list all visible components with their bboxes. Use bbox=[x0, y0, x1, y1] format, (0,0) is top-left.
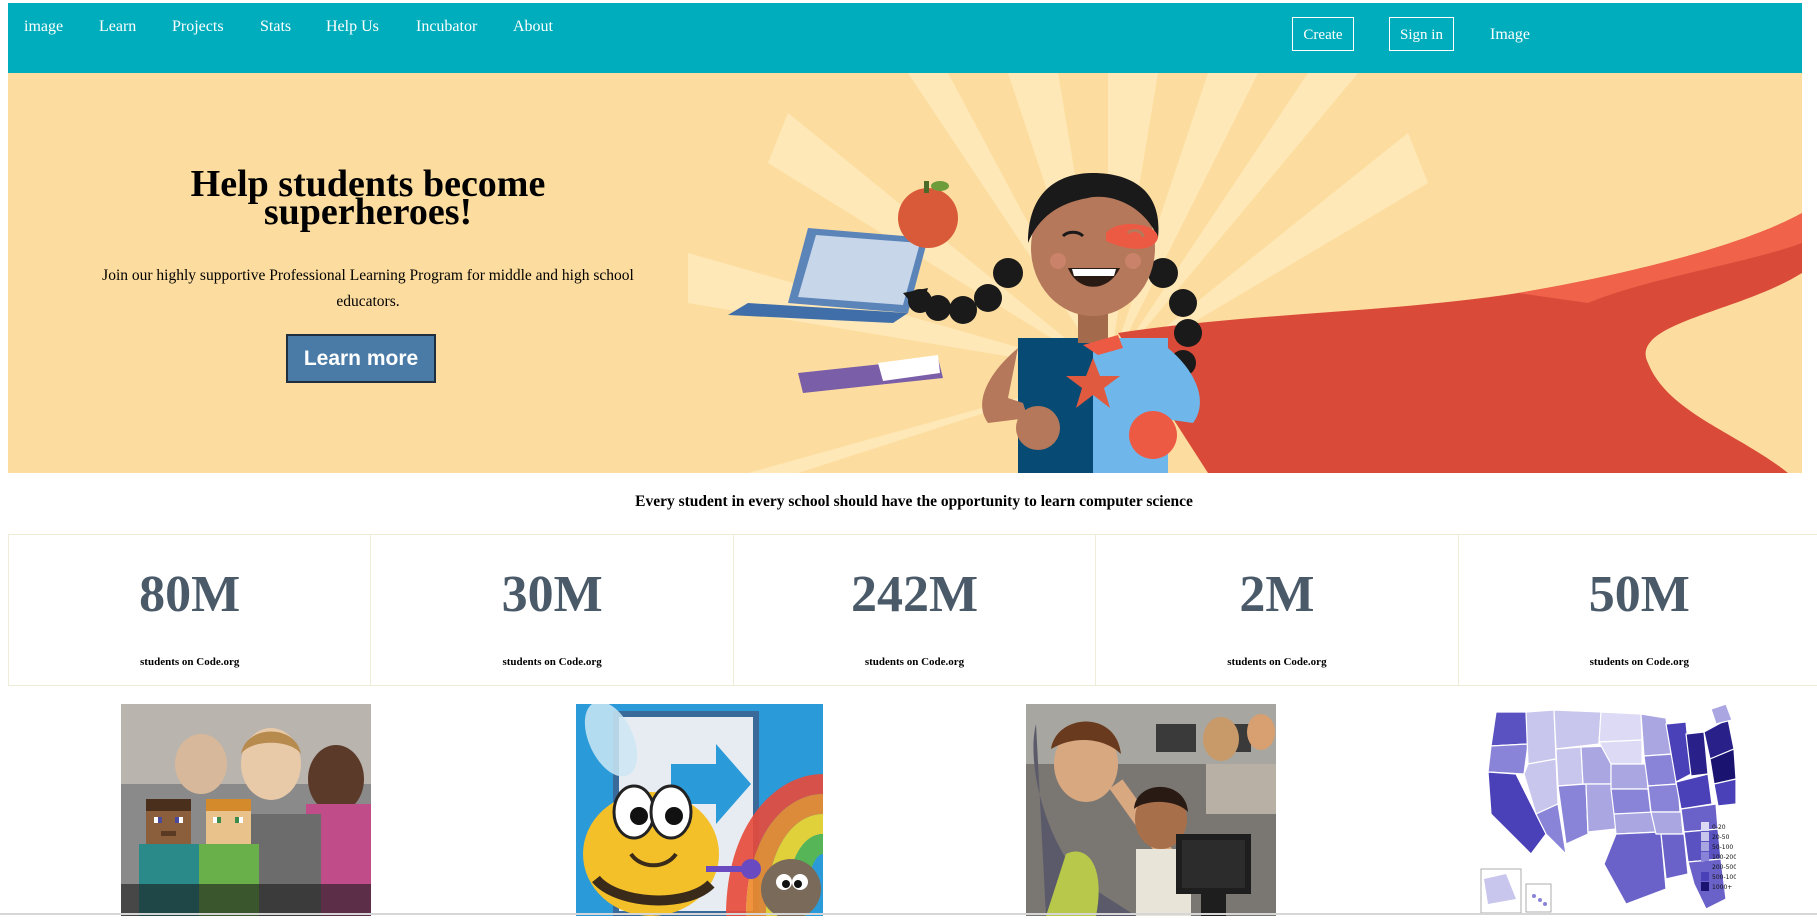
stat-value: 50M bbox=[1588, 566, 1690, 623]
learn-more-button[interactable]: Learn more bbox=[286, 334, 436, 383]
stat-card: 50M students on Code.org bbox=[1457, 534, 1817, 686]
create-button[interactable]: Create bbox=[1292, 17, 1354, 51]
stat-value: 30M bbox=[501, 566, 603, 623]
stat-label: students on Code.org bbox=[1227, 656, 1327, 668]
us-states-map-image[interactable]: 0-20 20-50 50-100 100-200 200-500 500-10… bbox=[1476, 704, 1736, 916]
stats-row: 80M students on Code.org 30M students on… bbox=[8, 534, 1817, 686]
hero-banner: Help students become superheroes! Join o… bbox=[8, 73, 1802, 473]
stat-value: 80M bbox=[139, 566, 241, 623]
nav-stats[interactable]: Stats bbox=[260, 18, 291, 36]
page: image Learn Projects Stats Help Us Incub… bbox=[8, 3, 1817, 919]
logo-image-placeholder[interactable]: image bbox=[24, 18, 63, 36]
stat-label: students on Code.org bbox=[1589, 656, 1689, 668]
apple-icon bbox=[898, 181, 958, 248]
mission-tagline: Every student in every school should hav… bbox=[635, 493, 1193, 510]
hero-title: Help students become superheroes! bbox=[68, 165, 668, 231]
nav-learn[interactable]: Learn bbox=[99, 18, 136, 36]
hero-title-line-2: superheroes! bbox=[263, 191, 473, 233]
sign-in-button[interactable]: Sign in bbox=[1389, 17, 1454, 51]
stat-label: students on Code.org bbox=[140, 656, 240, 668]
page-bottom-divider bbox=[0, 913, 1817, 915]
legend-label: 100-200 bbox=[1712, 854, 1736, 861]
superhero-girl-illustration bbox=[688, 73, 1802, 473]
nav-help-us[interactable]: Help Us bbox=[326, 18, 379, 36]
stat-value: 242M bbox=[850, 566, 979, 623]
stat-label: students on Code.org bbox=[502, 656, 602, 668]
hero-subtitle: Join our highly supportive Professional … bbox=[102, 267, 634, 310]
stat-label: students on Code.org bbox=[864, 656, 965, 668]
photo-minecraft-students[interactable] bbox=[121, 704, 371, 916]
nav-projects[interactable]: Projects bbox=[172, 18, 224, 36]
legend-label: 50-100 bbox=[1712, 844, 1733, 851]
stat-card: 80M students on Code.org bbox=[8, 534, 372, 686]
nav-about[interactable]: About bbox=[513, 18, 553, 36]
nav-incubator[interactable]: Incubator bbox=[416, 18, 477, 36]
stat-card: 2M students on Code.org bbox=[1095, 534, 1459, 686]
legend-label: 500-1000 bbox=[1712, 874, 1736, 881]
legend-label: 20-50 bbox=[1712, 834, 1730, 841]
stat-card: 242M students on Code.org bbox=[732, 534, 1097, 686]
photo-bee-character[interactable] bbox=[576, 704, 823, 916]
top-navbar: image Learn Projects Stats Help Us Incub… bbox=[8, 3, 1802, 73]
legend-label: 200-500 bbox=[1712, 864, 1736, 871]
stat-card: 30M students on Code.org bbox=[370, 534, 734, 686]
photo-classroom[interactable] bbox=[1026, 704, 1276, 916]
book-icon bbox=[798, 355, 943, 393]
legend-label: 1000+ bbox=[1712, 884, 1732, 891]
image-link[interactable]: Image bbox=[1490, 26, 1530, 44]
legend-label: 0-20 bbox=[1712, 824, 1726, 831]
stat-value: 2M bbox=[1239, 566, 1315, 623]
